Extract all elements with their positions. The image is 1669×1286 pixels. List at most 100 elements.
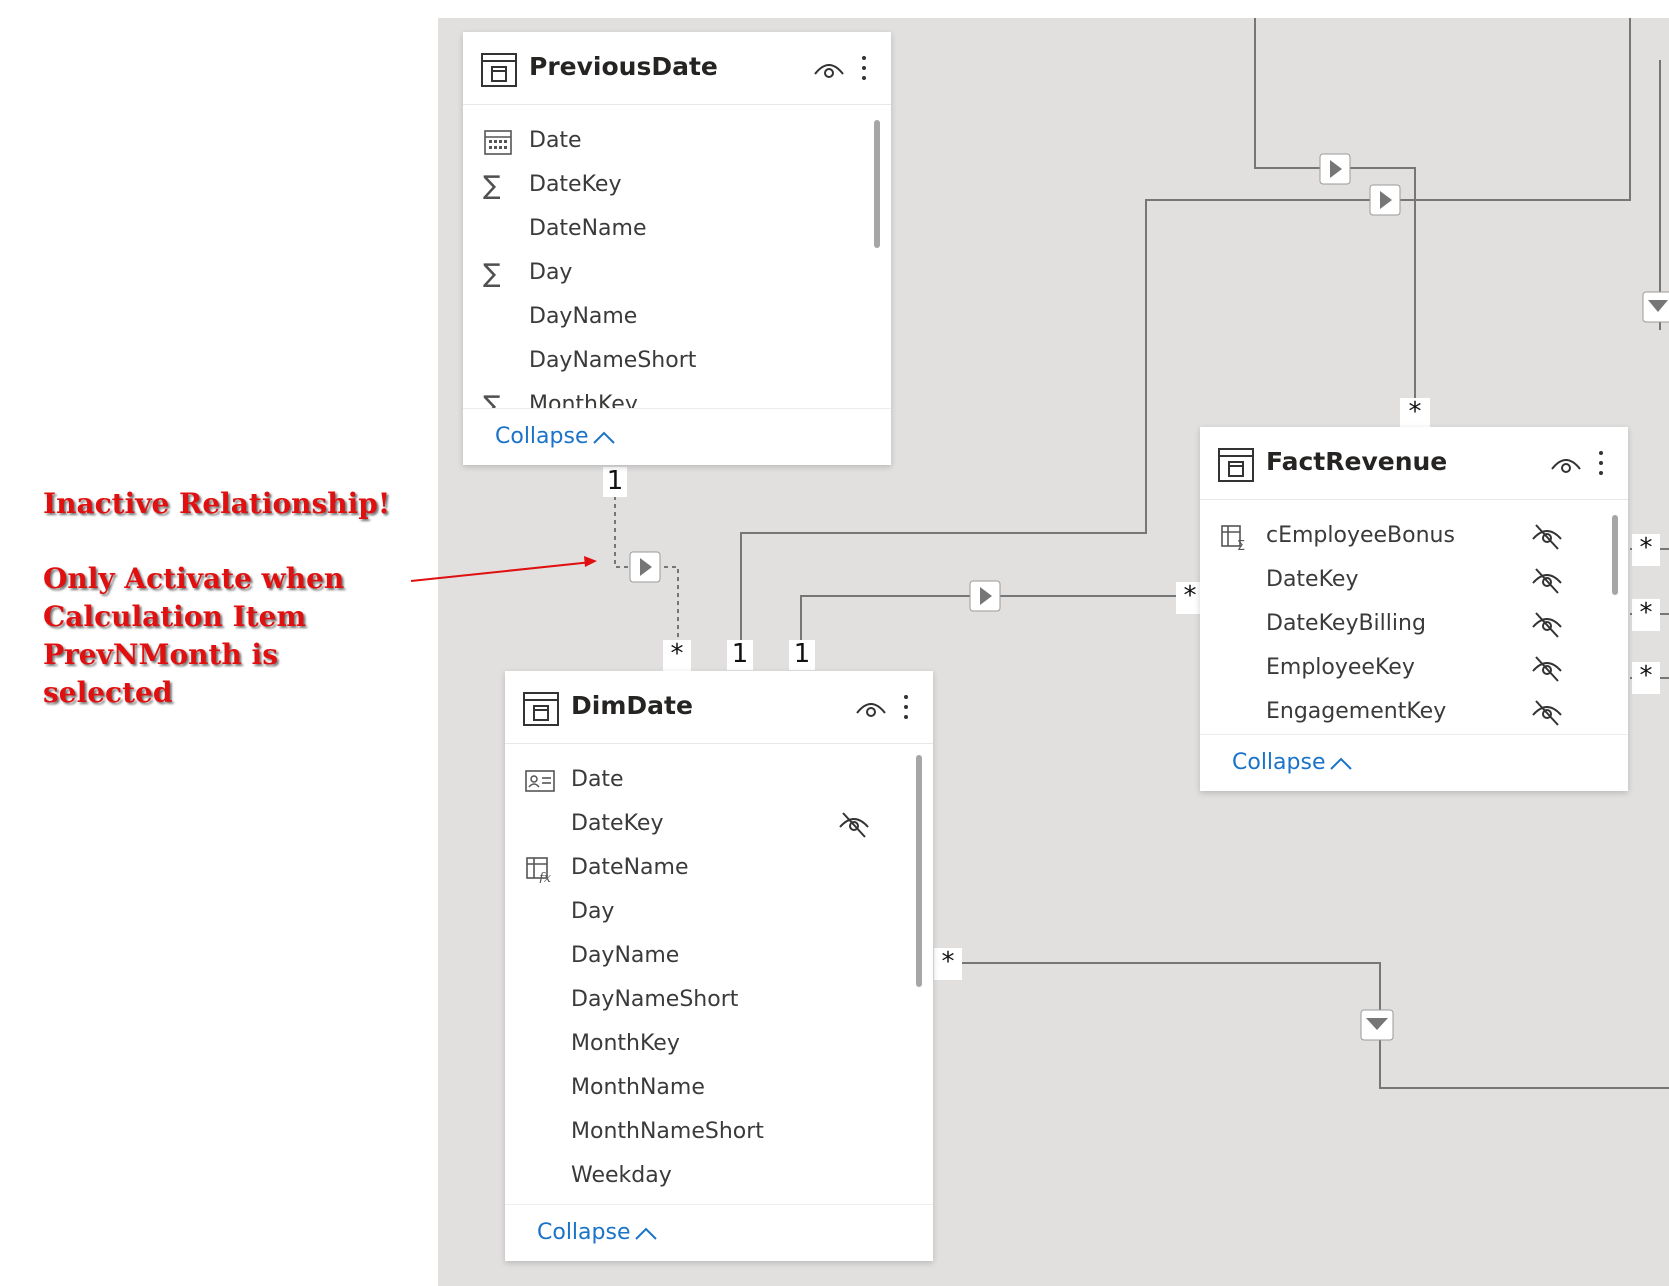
field-label: Date: [571, 767, 624, 792]
table-footer: Collapse: [463, 408, 891, 465]
direction-arrow-top-1: [1319, 153, 1351, 185]
hidden-eye-icon[interactable]: [1530, 521, 1564, 553]
annotation-line-4: selected: [43, 676, 173, 709]
direction-arrow-bottom: [1360, 1009, 1394, 1041]
more-options-icon[interactable]: [899, 691, 913, 725]
hidden-eye-icon[interactable]: [1530, 565, 1564, 597]
cardinality-many-dimdate-right: *: [934, 948, 962, 980]
table-icon: [1218, 448, 1254, 482]
field-label: DateName: [571, 855, 689, 880]
cardinality-many-factrevenue-top: *: [1400, 398, 1430, 430]
field-row[interactable]: Σ cEmployeeBonus: [1200, 515, 1600, 559]
field-label: DayName: [571, 943, 680, 968]
field-row[interactable]: DateName: [463, 208, 863, 252]
cardinality-many-right-3: *: [1632, 662, 1660, 694]
field-label: DateName: [529, 216, 647, 241]
field-list[interactable]: Date ∑ DateKey DateName ∑ Day DayName Da…: [463, 104, 891, 408]
annotation-line-1: Only Activate when: [43, 562, 345, 595]
direction-arrow-top-2: [1369, 184, 1401, 216]
cardinality-one-dimdate-a: 1: [727, 640, 753, 670]
field-label: MonthName: [571, 1075, 705, 1100]
field-row[interactable]: ∑ Day: [463, 252, 863, 296]
table-card-dimdate[interactable]: DimDate Date DateKey fx DateName Day Day…: [505, 671, 933, 1261]
field-row[interactable]: DateKey: [1200, 559, 1600, 603]
calendar-icon: [484, 130, 512, 155]
cardinality-one-dimdate-b: 1: [789, 640, 815, 670]
field-row[interactable]: ∑ MonthKey: [463, 384, 863, 408]
collapse-button[interactable]: Collapse: [1232, 750, 1352, 775]
table-header[interactable]: DimDate: [505, 671, 933, 744]
field-label: DateKey: [1266, 567, 1359, 592]
field-row[interactable]: DayNameShort: [505, 979, 905, 1023]
hidden-eye-icon[interactable]: [837, 809, 871, 841]
collapse-button[interactable]: Collapse: [495, 424, 615, 449]
direction-arrow-inactive: [629, 551, 661, 583]
field-label: EmployeeKey: [1266, 655, 1415, 680]
field-row[interactable]: fx DateName: [505, 847, 905, 891]
field-label: Day: [529, 260, 573, 285]
cardinality-many-right-2: *: [1632, 599, 1660, 631]
scrollbar[interactable]: [874, 120, 880, 248]
eye-icon[interactable]: [1549, 449, 1583, 479]
field-row[interactable]: EmployeeKey: [1200, 647, 1600, 691]
field-list[interactable]: Σ cEmployeeBonus DateKey DateKeyBilling …: [1200, 499, 1628, 735]
field-row[interactable]: DayName: [463, 296, 863, 340]
hidden-eye-icon[interactable]: [1530, 697, 1564, 729]
eye-icon[interactable]: [854, 693, 888, 723]
more-options-icon[interactable]: [857, 52, 871, 86]
table-header[interactable]: FactRevenue: [1200, 427, 1628, 500]
field-row[interactable]: MonthName: [505, 1067, 905, 1111]
cardinality-many-right-1: *: [1632, 534, 1660, 566]
field-row[interactable]: MonthNameShort: [505, 1111, 905, 1155]
table-footer: Collapse: [1200, 734, 1628, 791]
field-row[interactable]: DayName: [505, 935, 905, 979]
field-label: DayNameShort: [571, 987, 739, 1012]
field-row[interactable]: Day: [505, 891, 905, 935]
table-card-previousdate[interactable]: PreviousDate Date ∑ DateKey DateName ∑ D…: [463, 32, 891, 465]
field-label: DateKey: [529, 172, 622, 197]
table-card-factrevenue[interactable]: FactRevenue Σ cEmployeeBonus DateKey Dat…: [1200, 427, 1628, 791]
annotation-line-2: Calculation Item: [43, 600, 307, 633]
table-header[interactable]: PreviousDate: [463, 32, 891, 105]
table-footer: Collapse: [505, 1204, 933, 1261]
annotation-arrow-head: [584, 556, 597, 567]
field-row[interactable]: Weekday: [505, 1155, 905, 1199]
svg-text:fx: fx: [538, 871, 552, 883]
field-row[interactable]: EngagementKey: [1200, 691, 1600, 735]
eye-icon[interactable]: [812, 54, 846, 84]
direction-arrow-right-edge: [1642, 291, 1669, 323]
id-card-icon: [525, 770, 555, 792]
chevron-up-icon: [592, 431, 615, 444]
field-row[interactable]: DateKey: [505, 803, 905, 847]
direction-arrow-middle: [969, 580, 1001, 612]
field-label: cEmployeeBonus: [1266, 523, 1455, 548]
relationship-line-dimdate-bottom: [944, 962, 1669, 1089]
field-row[interactable]: ∑ DateKey: [463, 164, 863, 208]
hidden-eye-icon[interactable]: [1530, 653, 1564, 685]
field-label: MonthNameShort: [571, 1119, 764, 1144]
sigma-icon: ∑: [483, 171, 501, 201]
scrollbar[interactable]: [1612, 515, 1618, 595]
chevron-up-icon: [634, 1227, 657, 1240]
calculated-column-icon: fx: [526, 857, 552, 883]
collapse-button[interactable]: Collapse: [537, 1220, 657, 1245]
field-row[interactable]: Date: [505, 759, 905, 803]
field-label: DateKeyBilling: [1266, 611, 1426, 636]
table-title: DimDate: [571, 691, 693, 720]
field-label: DayNameShort: [529, 348, 697, 373]
field-row[interactable]: DateKeyBilling: [1200, 603, 1600, 647]
field-row[interactable]: DayNameShort: [463, 340, 863, 384]
chevron-up-icon: [1329, 757, 1352, 770]
annotation-line-3: PrevNMonth is: [43, 638, 278, 671]
table-icon: [523, 692, 559, 726]
field-list[interactable]: Date DateKey fx DateName Day DayName Day…: [505, 743, 933, 1205]
more-options-icon[interactable]: [1594, 447, 1608, 481]
hidden-eye-icon[interactable]: [1530, 609, 1564, 641]
scrollbar[interactable]: [916, 755, 922, 987]
field-row[interactable]: MonthKey: [505, 1023, 905, 1067]
cardinality-many-dimdate-inactive: *: [663, 640, 691, 672]
field-row[interactable]: Date: [463, 120, 863, 164]
cardinality-one-previousdate: 1: [603, 467, 627, 497]
field-label: Date: [529, 128, 582, 153]
field-label: Day: [571, 899, 615, 924]
